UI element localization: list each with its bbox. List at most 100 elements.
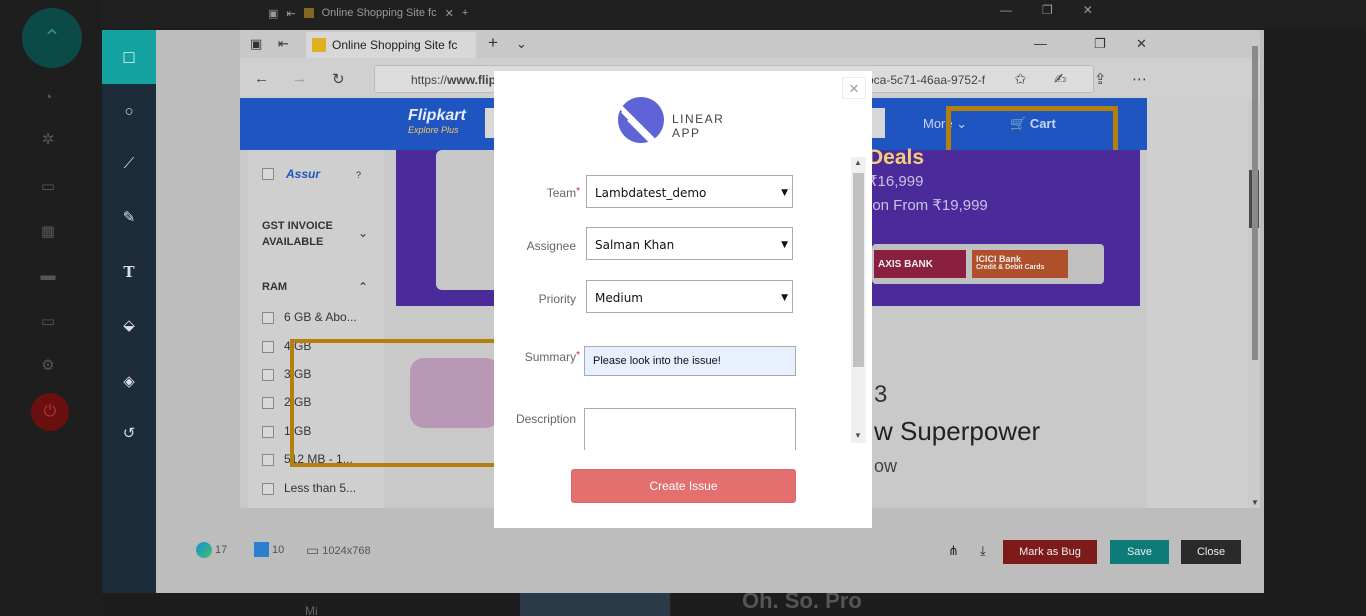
pen-tool-icon[interactable]: ✎ [117, 206, 141, 230]
url-suffix: oca-5c71-46aa-9752-f [867, 73, 986, 87]
flipkart-favicon-icon [312, 38, 326, 52]
gst-invoice-filter[interactable]: GST INVOICE AVAILABLE [262, 218, 352, 250]
save-button[interactable]: Save [1110, 540, 1169, 564]
bank-offers-strip: AXIS BANK ICICI Bank Credit & Debit Card… [872, 244, 1104, 284]
text-tool-icon[interactable]: T [117, 260, 141, 284]
edge-browser-icon [196, 542, 212, 558]
tab-aside-icon[interactable]: ⇤ [278, 36, 289, 52]
close-icon[interactable]: × [842, 77, 866, 99]
help-icon[interactable]: ? [356, 170, 361, 180]
flipkart-logo[interactable]: Flipkart Explore Plus [408, 107, 466, 135]
restore-icon[interactable]: ❐ [1094, 36, 1106, 52]
product-tagline: w Superpower [874, 416, 1041, 446]
line-tool-icon[interactable]: ⟋ [117, 152, 141, 176]
close-button[interactable]: Close [1181, 540, 1241, 564]
icici-bank-sublabel: Credit & Debit Cards [976, 264, 1045, 271]
restore-icon: ❐ [1042, 3, 1053, 17]
forward-icon[interactable]: → [292, 70, 307, 87]
browser-version: 17 [215, 544, 228, 556]
mark-as-bug-button[interactable]: Mark as Bug [1003, 540, 1097, 564]
close-window-icon[interactable]: ✕ [1136, 36, 1147, 52]
annotation-toolbar: □ ○ ⟋ ✎ T ⬙ ◈ ↺ [102, 30, 156, 593]
windows-icon [254, 542, 269, 557]
create-issue-button[interactable]: Create Issue [571, 469, 796, 503]
plus-icon: + [461, 7, 469, 19]
ram-checkbox[interactable] [262, 454, 274, 466]
undo-icon[interactable]: ↺ [117, 422, 141, 446]
refresh-icon[interactable]: ↻ [332, 70, 345, 88]
chevron-up-icon: ⌃ [22, 8, 82, 68]
assured-checkbox[interactable] [262, 168, 274, 180]
eraser-tool-icon[interactable]: ◈ [117, 370, 141, 394]
tab-icon: ▣ [268, 7, 279, 20]
download-icon[interactable]: ⤓ [980, 543, 986, 559]
scroll-down-icon[interactable]: ▼ [854, 431, 862, 440]
priority-select[interactable]: Medium ▼ [586, 280, 793, 313]
pen-icon[interactable]: ✍ [1054, 70, 1067, 88]
resolution-value: 1024x768 [322, 544, 371, 557]
banner-price-secondary: ssion From ₹19,999 [854, 197, 988, 214]
tab-icon: ⇤ [286, 7, 296, 20]
team-select[interactable]: Lambdatest_demo ▼ [586, 175, 793, 208]
ram-checkbox[interactable] [262, 483, 274, 495]
linear-logo-text: LINEAR APP [672, 112, 724, 140]
fill-tool-icon[interactable]: ⬙ [117, 314, 141, 338]
ram-checkbox[interactable] [262, 426, 274, 438]
scroll-up-icon[interactable]: ▲ [854, 158, 862, 167]
ram-option: 6 GB & Abo... [284, 310, 357, 324]
favicon-icon [303, 8, 314, 18]
back-icon[interactable]: ← [254, 70, 269, 87]
dropdown-arrow-icon: ▼ [781, 188, 788, 198]
ram-checkbox[interactable] [262, 397, 274, 409]
folder-icon: ▭ [40, 313, 56, 330]
os-info: 10 [254, 542, 284, 557]
assured-badge: Assur [286, 167, 321, 181]
favorites-icon[interactable]: ✩ [1014, 70, 1027, 88]
share-icon[interactable]: ⇪ [1094, 70, 1107, 88]
background-window-controls: — ❐ ✕ [1000, 3, 1093, 17]
dropdown-arrow-icon: ▼ [781, 240, 788, 250]
scroll-down-icon[interactable]: ▼ [1251, 498, 1259, 507]
label-text: Team [546, 186, 577, 200]
required-marker: * [576, 350, 580, 361]
share-icon[interactable]: ⋔ [948, 543, 959, 559]
description-textarea[interactable] [584, 408, 796, 450]
chevron-down-icon[interactable]: ⌄ [516, 36, 527, 52]
settings-icon: ⚙ [41, 357, 55, 374]
ram-option: Less than 5... [284, 481, 357, 495]
label-text: Summary [524, 350, 577, 364]
summary-input[interactable] [584, 346, 796, 376]
ram-filter-heading[interactable]: RAM [262, 281, 287, 293]
browser-tab-title: Online Shopping Site fc [332, 38, 458, 52]
ram-checkbox[interactable] [262, 369, 274, 381]
minimize-icon[interactable]: — [1034, 36, 1047, 51]
rectangle-tool-icon[interactable]: □ [102, 30, 156, 84]
more-icon[interactable]: ⋯ [1132, 70, 1147, 88]
chevron-down-icon[interactable]: ⌄ [358, 226, 368, 240]
os-version: 10 [272, 543, 285, 556]
ram-checkbox[interactable] [262, 341, 274, 353]
background-sidebar: ⌃ ◔ ✲ ▭ ▦ ▬ ▭ ⚙ ⏻ [0, 0, 102, 616]
tab-actions-icon[interactable]: ▣ [250, 36, 262, 52]
url-prefix: https:// [411, 73, 448, 87]
chevron-up-icon[interactable]: ⌃ [358, 280, 368, 294]
scrollbar-thumb[interactable] [1252, 46, 1258, 360]
browser-info: 17 [196, 542, 227, 558]
frame-scrollbar[interactable]: ▼ [1250, 38, 1260, 508]
chip-icon: ▦ [40, 223, 56, 240]
dialog-scrollbar[interactable]: ▲ ▼ [851, 157, 866, 443]
team-value: Lambdatest_demo [595, 186, 707, 200]
product-cta: ow [874, 456, 898, 476]
logo-line: APP [672, 126, 701, 140]
priority-label: Priority [538, 292, 576, 306]
circle-tool-icon[interactable]: ○ [117, 100, 141, 124]
assignee-select[interactable]: Salman Khan ▼ [586, 227, 793, 260]
linear-issue-dialog: × LINEAR APP ▲ ▼ Team * Lambdatest_demo ▼… [494, 71, 872, 528]
ram-checkbox[interactable] [262, 312, 274, 324]
power-icon: ⏻ [31, 393, 69, 431]
browser-tab[interactable]: Online Shopping Site fc [306, 32, 476, 58]
new-tab-icon[interactable]: + [488, 33, 498, 53]
bug-icon: ✲ [41, 131, 55, 148]
scrollbar-thumb[interactable] [853, 173, 864, 367]
linear-logo-icon [618, 97, 664, 143]
